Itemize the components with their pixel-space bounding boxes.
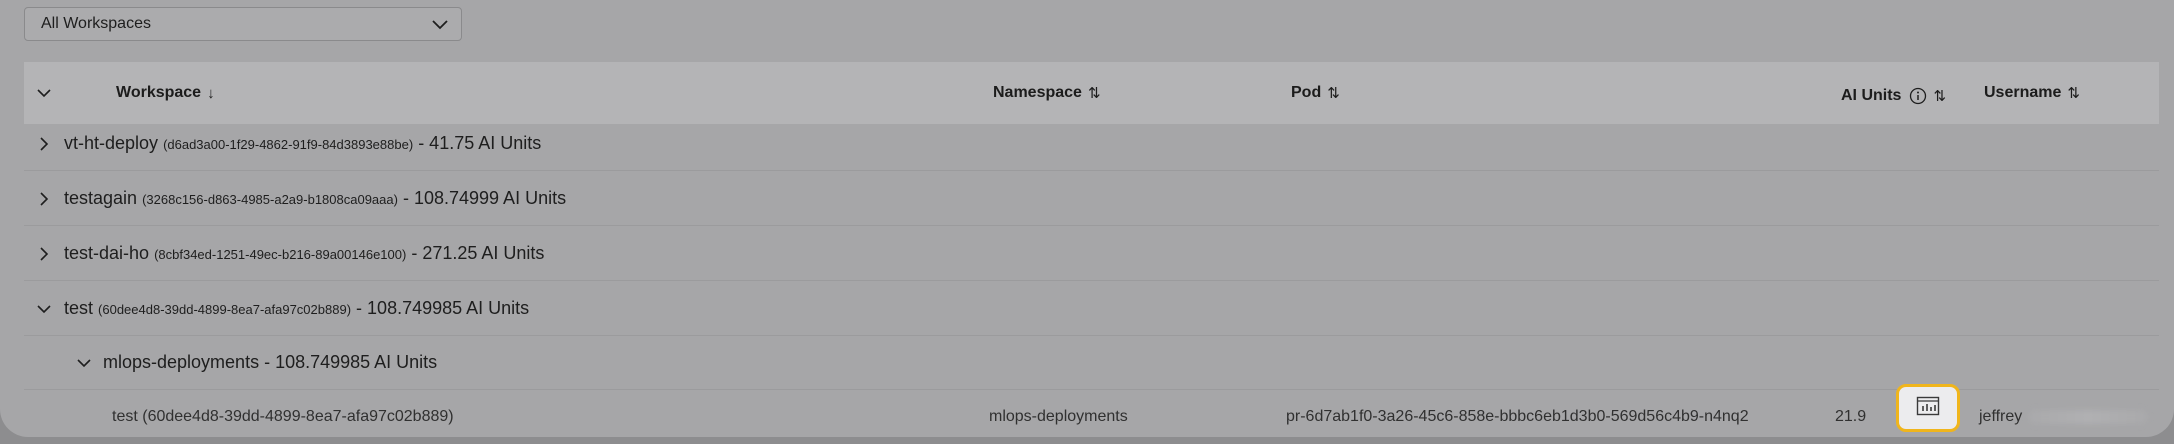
namespace-cell: mlops-deployments <box>989 408 1128 425</box>
table-row[interactable]: test (60dee4d8-39dd-4899-8ea7-afa97c02b8… <box>24 390 2159 444</box>
usage-chart-button[interactable] <box>1896 384 1960 432</box>
sort-icon: ⇅ <box>1933 88 1947 105</box>
namespace-group-label: mlops-deployments - 108.749985 AI Units <box>103 352 438 372</box>
chevron-down-icon[interactable] <box>36 301 52 322</box>
workspace-group-label: testagain (3268c156-d863-4985-a2a9-b1808… <box>64 188 567 208</box>
redacted-text <box>2028 410 2149 424</box>
info-icon[interactable] <box>1909 87 1927 105</box>
namespace-group-row[interactable]: mlops-deployments - 108.749985 AI Units <box>24 336 2159 390</box>
username-cell: jeffrey <box>1979 390 2149 444</box>
usage-panel: All Workspaces Workspace ↓ Namespace ⇅ P… <box>0 0 2174 437</box>
sort-icon: ⇅ <box>1087 85 1101 102</box>
pod-cell: pr-6d7ab1f0-3a26-45c6-858e-bbbc6eb1d3b0-… <box>1286 408 1749 425</box>
namespace-column-header[interactable]: Namespace ⇅ <box>993 62 1101 124</box>
workspace-group-row[interactable]: test-dai-ho (8cbf34ed-1251-49ec-b216-89a… <box>24 227 2159 281</box>
workspace-group-row[interactable]: test (60dee4d8-39dd-4899-8ea7-afa97c02b8… <box>24 282 2159 336</box>
sort-icon: ⇅ <box>2067 85 2080 102</box>
sort-icon: ⇅ <box>1327 85 1340 102</box>
workspace-cell: test (60dee4d8-39dd-4899-8ea7-afa97c02b8… <box>112 408 454 425</box>
username-column-header[interactable]: Username ⇅ <box>1984 62 2080 124</box>
chart-icon <box>1916 396 1940 421</box>
chevron-right-icon[interactable] <box>36 246 52 267</box>
sort-desc-icon: ↓ <box>207 84 215 102</box>
workspace-group-label: vt-ht-deploy (d6ad3a00-1f29-4862-91f9-84… <box>64 133 542 153</box>
chevron-down-icon[interactable] <box>76 355 92 376</box>
chevron-right-icon[interactable] <box>36 191 52 212</box>
table-header: Workspace ↓ Namespace ⇅ Pod ⇅ AI Units ⇅… <box>24 62 2159 124</box>
ai-units-cell: 21.9 <box>1835 408 1867 425</box>
pod-column-header[interactable]: Pod ⇅ <box>1291 62 1340 124</box>
workspace-column-header[interactable]: Workspace ↓ <box>116 62 215 124</box>
workspace-group-row[interactable]: vt-ht-deploy (d6ad3a00-1f29-4862-91f9-84… <box>24 117 2159 171</box>
workspace-filter-value: All Workspaces <box>41 15 151 32</box>
workspace-group-label: test (60dee4d8-39dd-4899-8ea7-afa97c02b8… <box>64 298 530 318</box>
workspace-filter-select[interactable]: All Workspaces <box>24 7 462 41</box>
workspace-group-row[interactable]: testagain (3268c156-d863-4985-a2a9-b1808… <box>24 172 2159 226</box>
chevron-down-icon <box>37 89 51 98</box>
collapse-all-toggle[interactable] <box>36 62 52 124</box>
chevron-down-icon <box>431 16 449 39</box>
workspace-group-label: test-dai-ho (8cbf34ed-1251-49ec-b216-89a… <box>64 243 545 263</box>
chevron-right-icon[interactable] <box>36 136 52 157</box>
